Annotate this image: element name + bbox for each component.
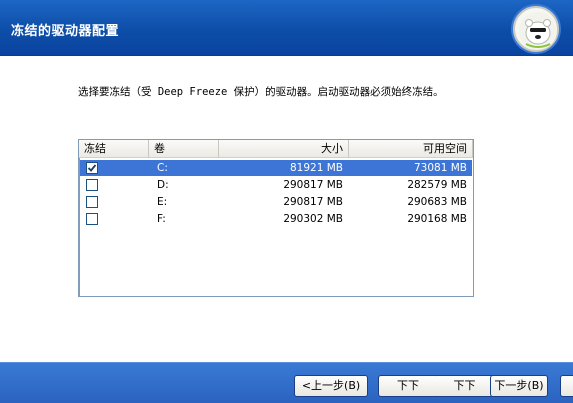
column-header-frozen[interactable]: 冻结 xyxy=(79,140,149,158)
drive-free-space: 290683 MB xyxy=(407,196,467,208)
frozen-checkbox[interactable] xyxy=(86,162,98,174)
back-button[interactable]: <上一步(B) xyxy=(294,375,368,397)
checkmark-icon xyxy=(87,164,97,172)
drive-size: 81921 MB xyxy=(289,162,343,174)
column-header-size[interactable]: 大小 xyxy=(219,140,349,158)
column-header-volume[interactable]: 卷 xyxy=(149,140,219,158)
frozen-checkbox[interactable] xyxy=(86,213,98,225)
next-button-b[interactable]: 下下 xyxy=(436,375,494,397)
drive-size: 290817 MB xyxy=(283,196,343,208)
next-button-a[interactable]: 下下 xyxy=(378,375,438,397)
frozen-checkbox[interactable] xyxy=(86,179,98,191)
drive-free-space: 282579 MB xyxy=(407,179,467,191)
drive-letter: C: xyxy=(157,162,168,174)
table-row[interactable]: D: 290817 MB 282579 MB xyxy=(80,177,472,193)
polar-bear-logo-icon xyxy=(513,6,559,52)
listview-header: 冻结 卷 大小 可用空间 xyxy=(79,140,473,158)
cancel-button-partial[interactable] xyxy=(560,375,573,397)
frozen-checkbox[interactable] xyxy=(86,196,98,208)
drive-size: 290817 MB xyxy=(283,179,343,191)
table-row[interactable]: E: 290817 MB 290683 MB xyxy=(80,194,472,210)
drive-size: 290302 MB xyxy=(283,213,343,225)
drive-letter: F: xyxy=(157,213,166,225)
column-header-free-space[interactable]: 可用空间 xyxy=(349,140,473,158)
drive-free-space: 73081 MB xyxy=(413,162,467,174)
drive-letter: D: xyxy=(157,179,169,191)
drives-listview[interactable]: 冻结 卷 大小 可用空间 C: 81921 MB 73081 MB D: 290… xyxy=(78,139,474,297)
drive-free-space: 290168 MB xyxy=(407,213,467,225)
instruction-text: 选择要冻结（受 Deep Freeze 保护）的驱动器。启动驱动器必须始终冻结。 xyxy=(78,86,444,98)
drive-letter: E: xyxy=(157,196,168,208)
page-title: 冻结的驱动器配置 xyxy=(11,24,120,39)
table-row[interactable]: F: 290302 MB 290168 MB xyxy=(80,211,472,227)
table-row[interactable]: C: 81921 MB 73081 MB xyxy=(80,160,472,176)
wizard-header: 冻结的驱动器配置 xyxy=(0,0,573,56)
next-button[interactable]: 下一步(B) xyxy=(490,375,548,397)
